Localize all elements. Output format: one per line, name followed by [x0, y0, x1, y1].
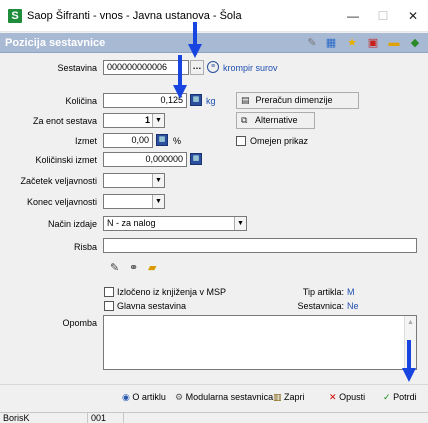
cancel-x-icon: ✕ — [329, 392, 337, 402]
action-bar: ◉ O artiklu ⚙ Modularna sestavnica ▥ Zap… — [0, 384, 428, 412]
minimize-button[interactable]: — — [338, 6, 368, 26]
window-title: Saop Šifranti - vnos - Javna ustanova - … — [27, 10, 242, 22]
tip-artikla-value: M — [347, 287, 355, 297]
title-bar: S Saop Šifranti - vnos - Javna ustanova … — [0, 0, 428, 32]
maximize-button[interactable]: ☐ — [368, 6, 398, 26]
scroll-up-icon: ▲ — [407, 319, 414, 326]
modules-icon: ⚙ — [175, 392, 184, 402]
app-icon: S — [8, 9, 22, 23]
kolicinski-izmet-input[interactable]: 0,000000 — [103, 152, 187, 167]
alternative-button[interactable]: ⧉ Alternative — [236, 112, 315, 129]
za-enot-label: Za enot sestava — [32, 116, 97, 126]
izloceno-label: Izločeno iz knjiženja v MSP — [117, 287, 227, 297]
grid-icon[interactable]: ▦ — [324, 36, 338, 50]
izloceno-checkbox[interactable] — [104, 287, 114, 297]
izmet-input[interactable]: 0,00 — [103, 133, 153, 148]
zapri-button[interactable]: ▥ Zapri — [273, 392, 305, 403]
izmet-unit: % — [173, 136, 182, 146]
section-header: Pozicija sestavnice ✎ ▦ ★ ▣ ▬ ◆ — [0, 33, 428, 53]
sestavina-label: Sestavina — [57, 63, 97, 73]
info-icon[interactable]: ≡ — [207, 61, 219, 73]
annotation-arrow-down-icon — [188, 22, 202, 58]
chevron-down-icon: ▼ — [234, 217, 246, 230]
status-user: BorisK — [0, 413, 88, 423]
nacin-izdaje-label: Način izdaje — [47, 219, 97, 229]
annotation-arrow-down-icon — [402, 340, 416, 382]
sestavnica-value: Ne — [347, 301, 359, 311]
omejen-prikaz-checkbox[interactable] — [236, 136, 246, 146]
calculator-icon[interactable]: ▦ — [156, 134, 168, 146]
modularna-sestavnica-button[interactable]: ⚙ Modularna sestavnica — [175, 392, 273, 403]
sestavnica-label: Sestavnica: — [297, 301, 344, 311]
edit-drawing-icon[interactable]: ✎ — [110, 261, 119, 274]
glavna-sestavina-checkbox[interactable] — [104, 301, 114, 311]
star-icon[interactable]: ★ — [345, 36, 359, 50]
open-folder-icon[interactable]: ▰ — [148, 261, 156, 274]
swap-icon: ⧉ — [241, 115, 248, 125]
chevron-down-icon: ▼ — [152, 195, 164, 208]
kolicinski-izmet-label: Količinski izmet — [35, 155, 97, 165]
calculator-icon[interactable]: ▦ — [190, 94, 202, 106]
preracun-dimenzije-button[interactable]: ▤ Preračun dimenzije — [236, 92, 359, 109]
risba-label: Risba — [73, 242, 97, 252]
chevron-down-icon: ▼ — [152, 114, 164, 127]
chevron-down-icon: ▼ — [152, 174, 164, 187]
konec-veljavnosti-select[interactable]: ▼ — [103, 194, 165, 209]
za-enot-select[interactable]: 1 ▼ — [103, 113, 165, 128]
document-icon[interactable]: ▣ — [366, 36, 380, 50]
edit-icon[interactable]: ✎ — [305, 36, 319, 50]
ruler-icon: ▤ — [241, 95, 250, 105]
omejen-prikaz-label: Omejen prikaz — [250, 136, 309, 146]
izmet-label: Izmet — [74, 136, 97, 146]
opusti-button[interactable]: ✕ Opusti — [329, 392, 365, 403]
kolicina-label: Količina — [65, 96, 97, 106]
zacetek-veljavnosti-select[interactable]: ▼ — [103, 173, 165, 188]
risba-input[interactable] — [103, 238, 417, 253]
zacetek-veljavnosti-label: Začetek veljavnosti — [20, 176, 97, 186]
link-icon[interactable]: ⚭ — [129, 261, 138, 274]
status-code: 001 — [88, 413, 124, 423]
folder-icon[interactable]: ▬ — [387, 36, 401, 50]
close-button[interactable]: ✕ — [398, 6, 428, 26]
kolicina-unit: kg — [206, 96, 216, 106]
door-icon: ▥ — [273, 392, 282, 402]
section-title: Pozicija sestavnice — [5, 37, 106, 49]
info-person-icon: ◉ — [122, 392, 130, 402]
status-bar: BorisK 001 — [0, 412, 428, 423]
opomba-label: Opomba — [62, 318, 97, 328]
tip-artikla-label: Tip artikla: — [302, 287, 344, 297]
sestavina-description: krompir surov — [223, 63, 278, 73]
glavna-sestavina-label: Glavna sestavina — [117, 301, 187, 311]
potrdi-button[interactable]: ✓ Potrdi — [383, 392, 417, 403]
annotation-arrow-down-icon — [173, 55, 187, 99]
checkmark-icon: ✓ — [383, 392, 391, 402]
nacin-izdaje-select[interactable]: N - za nalog ▼ — [103, 216, 247, 231]
calculator-icon[interactable]: ▦ — [190, 153, 202, 165]
book-icon[interactable]: ◆ — [408, 36, 422, 50]
browse-button[interactable]: … — [190, 60, 204, 75]
opomba-textarea[interactable]: ▲ — [103, 315, 417, 370]
o-artiklu-button[interactable]: ◉ O artiklu — [122, 392, 166, 403]
konec-veljavnosti-label: Konec veljavnosti — [26, 197, 97, 207]
